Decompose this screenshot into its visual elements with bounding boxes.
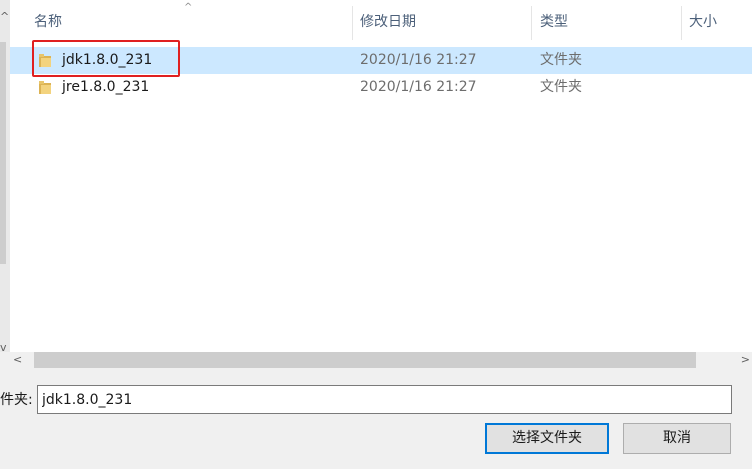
scroll-right-icon[interactable]: > — [741, 352, 750, 368]
column-divider[interactable] — [352, 6, 353, 40]
row-modified: 2020/1/16 21:27 — [360, 52, 477, 68]
horizontal-scrollbar[interactable]: < > — [10, 352, 752, 368]
column-divider[interactable] — [681, 6, 682, 40]
scroll-left-icon[interactable]: < — [13, 352, 22, 368]
list-header: ^ 名称 修改日期 类型 大小 — [10, 0, 752, 44]
column-name-label: 名称 — [34, 14, 62, 30]
column-type-label: 类型 — [540, 14, 568, 30]
column-divider[interactable] — [531, 6, 532, 40]
horizontal-scroll-thumb[interactable] — [34, 352, 696, 368]
select-folder-button[interactable]: 选择文件夹 — [485, 423, 609, 454]
file-list: ^ 名称 修改日期 类型 大小 jdk1.8.0_231 2020/1/16 2… — [10, 0, 752, 352]
folder-icon — [39, 81, 51, 94]
column-modified-label: 修改日期 — [360, 14, 416, 30]
cancel-button[interactable]: 取消 — [623, 423, 731, 454]
folder-name-input[interactable] — [37, 385, 732, 414]
column-header-size[interactable]: 大小 — [689, 0, 749, 44]
row-modified: 2020/1/16 21:27 — [360, 79, 477, 95]
table-row[interactable]: jre1.8.0_231 2020/1/16 21:27 文件夹 — [10, 74, 752, 101]
column-header-name[interactable]: 名称 — [34, 0, 352, 44]
highlight-annotation — [32, 40, 180, 77]
column-header-modified[interactable]: 修改日期 — [360, 0, 530, 44]
row-type: 文件夹 — [540, 52, 582, 68]
vertical-scroll-thumb[interactable] — [0, 42, 6, 264]
row-type: 文件夹 — [540, 79, 582, 95]
row-name: jre1.8.0_231 — [62, 79, 150, 95]
scroll-up-icon[interactable]: ^ — [0, 10, 9, 23]
scroll-down-icon[interactable]: v — [0, 342, 7, 353]
column-size-label: 大小 — [689, 14, 717, 30]
folder-field-label: 件夹: — [0, 392, 33, 408]
column-header-type[interactable]: 类型 — [540, 0, 680, 44]
vertical-scrollbar[interactable]: ^ v — [0, 0, 10, 353]
